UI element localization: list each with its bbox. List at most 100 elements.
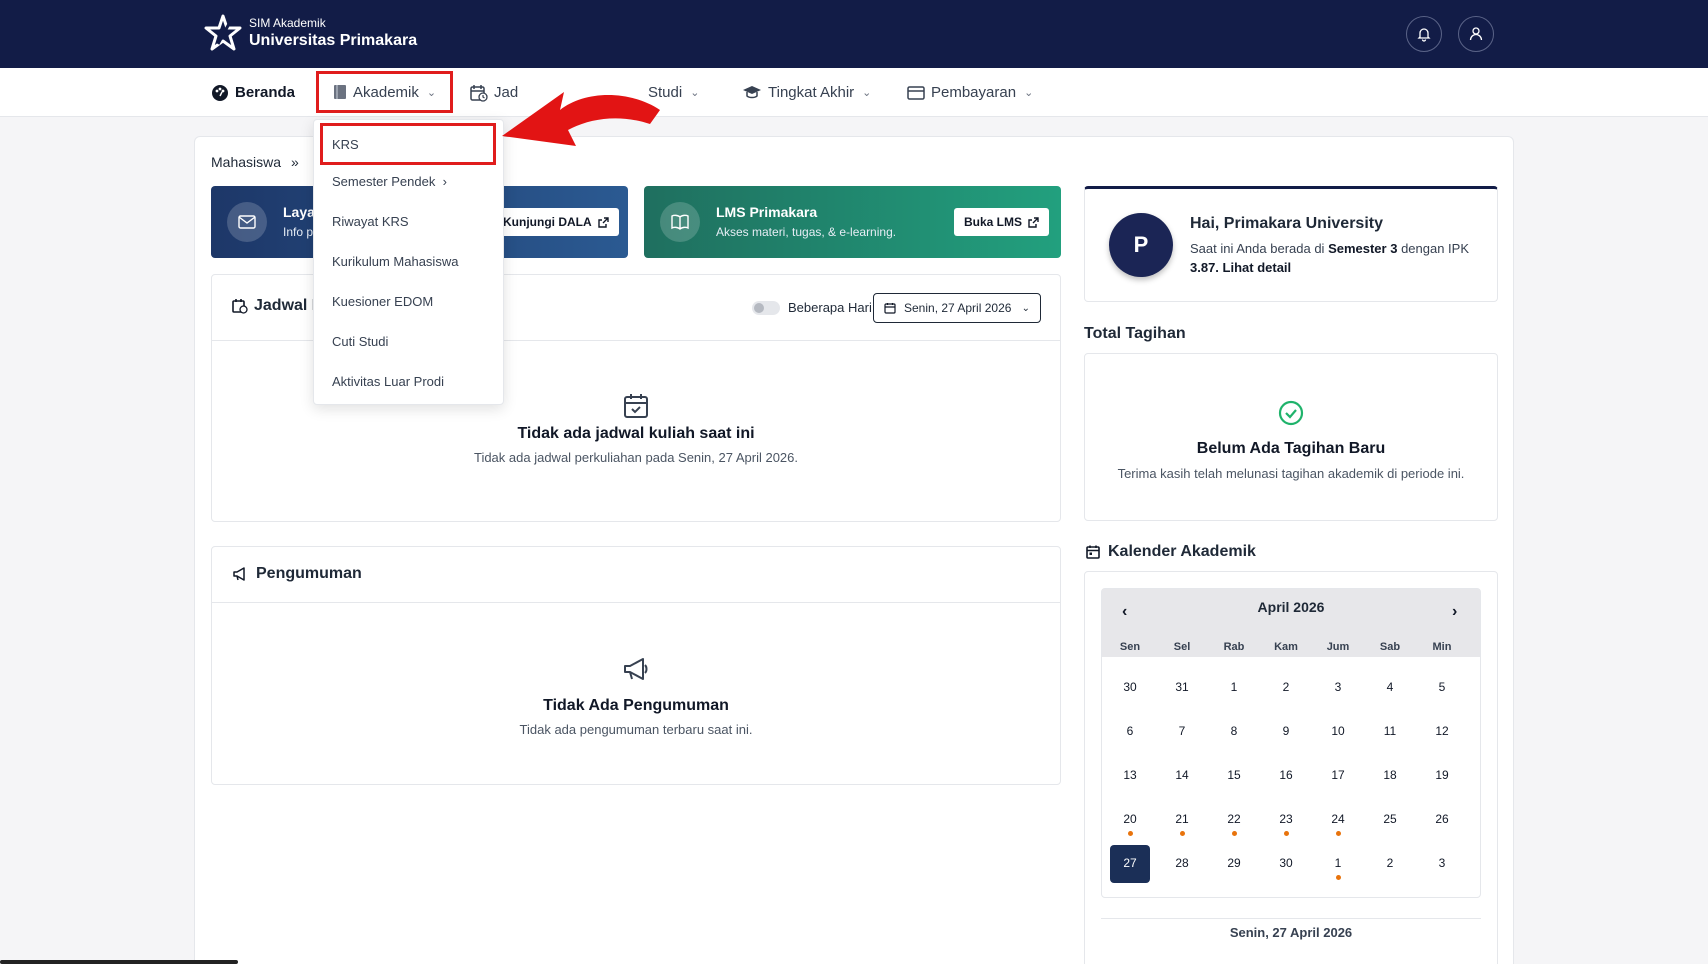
megaphone-icon <box>233 567 245 581</box>
weekday-label: Sel <box>1173 641 1191 653</box>
chevron-down-icon: ⌄ <box>1024 87 1034 99</box>
nav-beranda[interactable]: Beranda <box>211 68 295 117</box>
nav-tingkat-akhir[interactable]: Tingkat Akhir ⌄ <box>742 68 871 117</box>
wallet-icon <box>907 85 925 100</box>
lms-banner: LMS Primakara Akses materi, tugas, & e-l… <box>644 186 1061 258</box>
calendar-day[interactable]: 21 <box>1162 801 1202 839</box>
calendar-day[interactable]: 30 <box>1110 669 1150 707</box>
nav-akademik-label: Akademik <box>353 83 419 101</box>
lms-subtitle: Akses materi, tugas, & e-learning. <box>716 225 897 239</box>
calendar-day[interactable]: 15 <box>1214 757 1254 795</box>
pengumuman-empty-subtitle: Tidak ada pengumuman terbaru saat ini. <box>519 722 753 737</box>
nav-akademik[interactable]: Akademik ⌄ <box>316 71 454 113</box>
calendar-day[interactable]: 10 <box>1318 713 1358 751</box>
university-logo-icon[interactable] <box>204 14 242 52</box>
calendar-day[interactable]: 31 <box>1162 669 1202 707</box>
notification-button[interactable] <box>1406 16 1442 52</box>
prev-month-button[interactable]: ‹ <box>1122 603 1127 621</box>
divider <box>1101 918 1481 919</box>
menu-item-kuesioner-edom[interactable]: Kuesioner EDOM <box>332 294 433 309</box>
calendar-icon <box>884 303 896 314</box>
calendar-day[interactable]: 22 <box>1214 801 1254 839</box>
calendar-day[interactable]: 7 <box>1162 713 1202 751</box>
calendar-day[interactable]: 3 <box>1318 669 1358 707</box>
selected-date-label: Senin, 27 April 2026 <box>1229 925 1353 940</box>
calendar-day[interactable]: 29 <box>1214 845 1254 883</box>
calendar-day[interactable]: 4 <box>1370 669 1410 707</box>
calendar-day[interactable]: 26 <box>1422 801 1462 839</box>
calendar-day[interactable]: 1 <box>1318 845 1358 883</box>
calendar-day[interactable]: 16 <box>1266 757 1306 795</box>
profile-line-mid: dengan IPK <box>1397 241 1470 256</box>
calendar-day[interactable]: 27 <box>1110 845 1150 883</box>
menu-item-cuti-studi[interactable]: Cuti Studi <box>332 334 388 349</box>
calendar-day[interactable]: 2 <box>1266 669 1306 707</box>
calendar-day[interactable]: 24 <box>1318 801 1358 839</box>
menu-item-krs[interactable]: KRS <box>320 123 496 165</box>
calendar-day[interactable]: 12 <box>1422 713 1462 751</box>
beberapa-hari-toggle[interactable] <box>752 301 780 315</box>
calendar-day[interactable]: 11 <box>1370 713 1410 751</box>
weekday-label: Sab <box>1379 641 1401 653</box>
weekday-label: Rab <box>1223 641 1245 653</box>
calendar-day[interactable]: 17 <box>1318 757 1358 795</box>
calendar-day[interactable]: 18 <box>1370 757 1410 795</box>
menu-item-aktivitas-luar-prodi[interactable]: Aktivitas Luar Prodi <box>332 374 444 389</box>
breadcrumb-item[interactable]: Mahasiswa <box>211 154 281 170</box>
calendar-clock-icon <box>232 299 248 314</box>
calendar-day[interactable]: 6 <box>1110 713 1150 751</box>
calendar-day[interactable]: 2 <box>1370 845 1410 883</box>
dashboard-icon <box>212 84 228 101</box>
calendar-day[interactable]: 25 <box>1370 801 1410 839</box>
brand-name: Universitas Primakara <box>249 32 418 49</box>
chevron-right-icon: › <box>438 174 447 189</box>
chevron-down-icon: ⌄ <box>1021 302 1030 314</box>
calendar-day[interactable]: 30 <box>1266 845 1306 883</box>
event-dot <box>1284 831 1289 836</box>
semester-value: Semester 3 <box>1328 241 1398 256</box>
event-dot <box>1336 831 1341 836</box>
jadwal-title: Jadwal K <box>232 297 323 315</box>
lihat-detail-link[interactable]: Lihat detail <box>1219 260 1292 275</box>
menu-item-kurikulum[interactable]: Kurikulum Mahasiswa <box>332 254 458 269</box>
nav-tingkat-label: Tingkat Akhir <box>768 84 855 101</box>
chevron-down-icon: ⌄ <box>426 86 437 99</box>
calendar-day[interactable]: 3 <box>1422 845 1462 883</box>
graduation-cap-icon <box>743 85 761 98</box>
calendar-check-icon <box>624 394 648 418</box>
calendar-month: April 2026 <box>1257 599 1325 615</box>
user-menu-button[interactable] <box>1458 16 1494 52</box>
calendar-day[interactable]: 9 <box>1266 713 1306 751</box>
calendar-day[interactable]: 13 <box>1110 757 1150 795</box>
bell-icon <box>1417 28 1431 42</box>
weekday-label: Sen <box>1119 641 1141 653</box>
date-picker[interactable]: Senin, 27 April 2026 ⌄ <box>873 293 1041 323</box>
calendar-day[interactable]: 23 <box>1266 801 1306 839</box>
calendar-day[interactable]: 20 <box>1110 801 1150 839</box>
buka-lms-button[interactable]: Buka LMS <box>954 208 1050 236</box>
layanan-title: Laya <box>283 204 315 220</box>
menu-item-semester-pendek[interactable]: Semester Pendek › <box>332 174 447 189</box>
toggle-label: Beberapa Hari <box>788 300 872 315</box>
akademik-dropdown-menu: KRS Semester Pendek › Riwayat KRS Kuriku… <box>313 119 504 405</box>
nav-pembayaran[interactable]: Pembayaran ⌄ <box>907 68 1033 117</box>
calendar-day[interactable]: 28 <box>1162 845 1202 883</box>
calendar-day[interactable]: 1 <box>1214 669 1254 707</box>
next-month-button[interactable]: › <box>1452 603 1457 621</box>
kunjungi-dala-button[interactable]: Kunjungi DALA <box>493 208 619 236</box>
calendar-day[interactable]: 19 <box>1422 757 1462 795</box>
calendar-day[interactable]: 8 <box>1214 713 1254 751</box>
mail-icon <box>227 202 267 242</box>
top-bar: SIM Akademik Universitas Primakara <box>0 0 1708 68</box>
pengumuman-header: Pengumuman <box>212 547 1060 603</box>
calendar-day[interactable]: 14 <box>1162 757 1202 795</box>
chevron-down-icon: ⌄ <box>862 87 872 99</box>
kunjungi-dala-label: Kunjungi DALA <box>503 215 592 229</box>
pengumuman-empty-title: Tidak Ada Pengumuman <box>543 697 729 714</box>
calendar-day[interactable]: 5 <box>1422 669 1462 707</box>
breadcrumb-separator: » <box>291 154 299 170</box>
user-icon <box>1469 27 1483 41</box>
event-dot <box>1128 831 1133 836</box>
menu-item-riwayat-krs[interactable]: Riwayat KRS <box>332 214 409 229</box>
date-picker-value: Senin, 27 April 2026 <box>904 301 1012 315</box>
